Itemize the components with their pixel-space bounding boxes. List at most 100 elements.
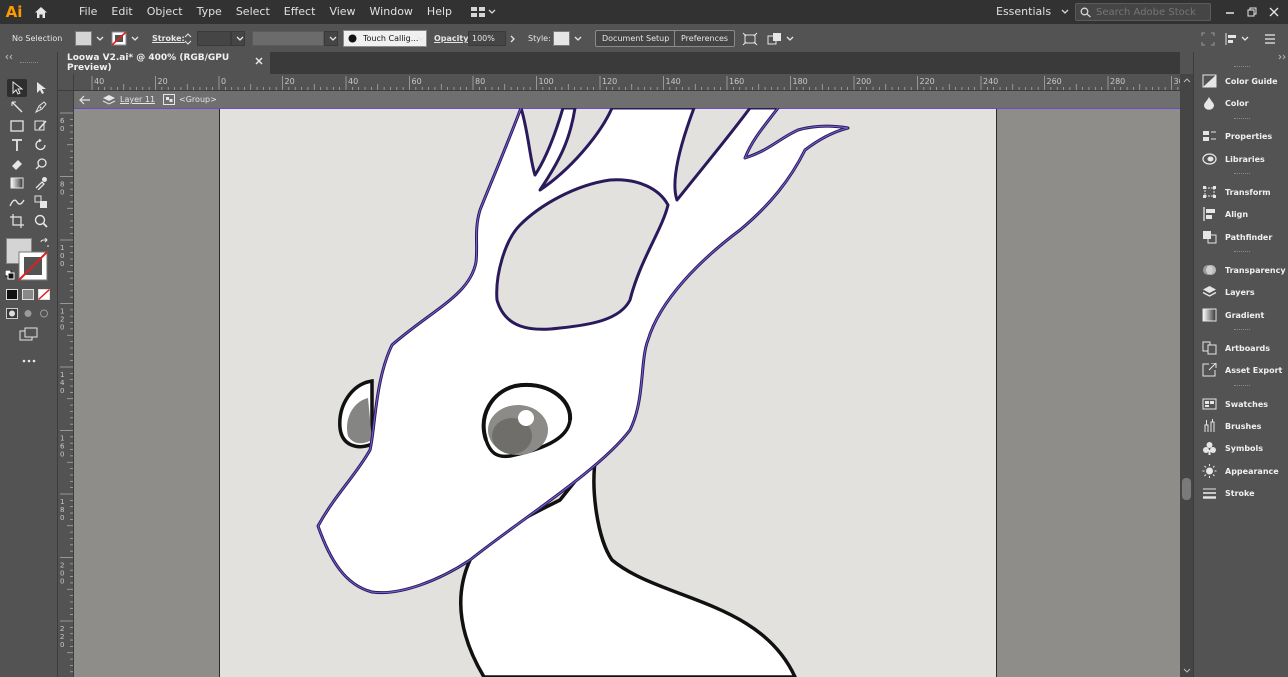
home-button[interactable] xyxy=(28,0,54,24)
close-tab-button[interactable] xyxy=(255,57,263,68)
vertical-scroll-thumb[interactable] xyxy=(1182,478,1191,500)
isolate-mode-button[interactable] xyxy=(1201,30,1215,47)
panel-stroke[interactable]: Stroke xyxy=(1194,483,1288,503)
vertical-ruler[interactable]: 6080100120140160180200220 xyxy=(58,91,74,677)
panel-asset-export[interactable]: Asset Export xyxy=(1194,360,1288,380)
stroke-weight-field[interactable] xyxy=(197,30,245,47)
menu-window[interactable]: Window xyxy=(363,0,420,24)
blend-tool[interactable] xyxy=(7,193,27,211)
menu-view[interactable]: View xyxy=(322,0,362,24)
screen-mode-icon[interactable] xyxy=(19,327,39,341)
panel-gradient[interactable]: Gradient xyxy=(1194,305,1288,325)
none-mode-button[interactable] xyxy=(37,288,51,301)
eyedropper-tool[interactable] xyxy=(31,174,51,192)
edit-toolbar-button[interactable] xyxy=(22,352,36,366)
minimize-button[interactable] xyxy=(1219,0,1241,24)
eraser-tool[interactable] xyxy=(7,155,27,173)
collapse-panel-icon[interactable] xyxy=(4,54,14,60)
swap-fill-stroke-icon[interactable] xyxy=(39,238,50,249)
scroll-up-icon[interactable] xyxy=(1183,77,1191,83)
menu-help[interactable]: Help xyxy=(420,0,459,24)
artboard-tool[interactable] xyxy=(7,212,27,230)
zoom-tool[interactable] xyxy=(31,212,51,230)
document-setup-button[interactable]: Document Setup xyxy=(595,30,677,47)
toolbar-grip[interactable] xyxy=(20,62,38,63)
close-window-button[interactable] xyxy=(1263,0,1285,24)
gradient-tool[interactable] xyxy=(7,174,27,192)
panel-group-grip[interactable] xyxy=(1234,251,1250,254)
search-stock-input[interactable] xyxy=(1096,6,1206,18)
stroke-weight-dropdown[interactable] xyxy=(231,31,245,46)
draw-inside-icon[interactable] xyxy=(38,308,50,319)
menu-object[interactable]: Object xyxy=(140,0,190,24)
panel-align[interactable]: Align xyxy=(1194,204,1288,224)
menu-file[interactable]: File xyxy=(72,0,104,24)
ruler-origin[interactable] xyxy=(58,74,74,91)
opacity-label[interactable]: Opacity: xyxy=(434,30,472,47)
artwork-layer[interactable] xyxy=(74,108,1180,677)
scale-tool[interactable] xyxy=(31,155,51,173)
opacity-field[interactable]: 100% xyxy=(468,30,520,47)
rectangle-tool[interactable] xyxy=(7,117,27,135)
canvas-pasteboard[interactable] xyxy=(74,108,1180,677)
panel-swatches[interactable]: Swatches xyxy=(1194,394,1288,414)
stroke-weight-input[interactable] xyxy=(197,31,231,46)
opacity-slider-button[interactable] xyxy=(506,35,520,43)
back-arrow-icon[interactable] xyxy=(78,94,92,106)
menu-select[interactable]: Select xyxy=(229,0,277,24)
stroke-color-box[interactable] xyxy=(18,251,48,281)
panel-symbols[interactable]: Symbols xyxy=(1194,438,1288,458)
panel-artboards[interactable]: Artboards xyxy=(1194,338,1288,358)
preferences-button[interactable]: Preferences xyxy=(674,30,736,47)
magic-wand-tool[interactable] xyxy=(7,98,27,116)
menu-effect[interactable]: Effect xyxy=(277,0,323,24)
panel-transparency[interactable]: Transparency xyxy=(1194,260,1288,280)
direct-selection-tool[interactable] xyxy=(31,79,51,97)
brush-definition-dropdown[interactable]: Touch Callig... xyxy=(343,30,427,47)
horizontal-ruler[interactable]: 40 20 0 20 40 60 80 100 120 140 160 180 200 220 240 260… xyxy=(74,74,1180,91)
panel-group-grip[interactable] xyxy=(1234,66,1250,69)
arrange-documents-button[interactable] xyxy=(471,7,496,17)
brush-dropdown-arrow[interactable] xyxy=(417,30,425,47)
panel-properties[interactable]: Properties xyxy=(1194,126,1288,146)
workspace-switcher[interactable]: Essentials xyxy=(996,0,1069,24)
panel-pathfinder[interactable]: Pathfinder xyxy=(1194,227,1288,247)
stroke-weight-stepper[interactable] xyxy=(183,30,193,47)
rotate-tool[interactable] xyxy=(31,136,51,154)
graphic-style-picker[interactable] xyxy=(553,30,582,47)
type-tool[interactable] xyxy=(7,136,27,154)
fill-color-picker[interactable] xyxy=(75,30,104,47)
panel-color[interactable]: Color xyxy=(1194,93,1288,113)
expand-panels-icon[interactable] xyxy=(1277,54,1287,60)
document-tab[interactable]: Loowa V2.ai* @ 400% (RGB/GPU Preview) xyxy=(58,52,270,74)
search-stock-field[interactable] xyxy=(1075,3,1211,21)
panel-transform[interactable]: Transform xyxy=(1194,182,1288,202)
panel-layers[interactable]: Layers xyxy=(1194,282,1288,302)
panel-group-grip[interactable] xyxy=(1234,118,1250,121)
paintbrush-tool[interactable] xyxy=(31,117,51,135)
panel-options-button[interactable] xyxy=(1224,30,1249,47)
panel-group-grip[interactable] xyxy=(1234,329,1250,332)
isolation-layer-name[interactable]: Layer 11 xyxy=(120,95,155,104)
menu-type[interactable]: Type xyxy=(190,0,229,24)
gradient-mode-button[interactable] xyxy=(22,289,34,300)
draw-behind-icon[interactable] xyxy=(22,308,34,319)
stroke-label[interactable]: Stroke: xyxy=(152,30,185,47)
restore-button[interactable] xyxy=(1241,0,1263,24)
color-mode-button[interactable] xyxy=(6,289,18,300)
panel-menu-button[interactable] xyxy=(1264,30,1276,47)
pen-tool[interactable] xyxy=(31,98,51,116)
variable-width-profile[interactable] xyxy=(252,30,338,47)
panel-appearance[interactable]: Appearance xyxy=(1194,461,1288,481)
scroll-down-icon[interactable] xyxy=(1183,668,1191,674)
live-paint-bucket-tool[interactable] xyxy=(31,193,51,211)
panel-brushes[interactable]: Brushes xyxy=(1194,416,1288,436)
default-fill-stroke-icon[interactable] xyxy=(5,270,15,280)
arrange-objects-button[interactable] xyxy=(767,30,794,47)
menu-edit[interactable]: Edit xyxy=(104,0,139,24)
panel-group-grip[interactable] xyxy=(1234,385,1250,388)
vertical-scrollbar[interactable] xyxy=(1180,74,1193,677)
stroke-color-picker[interactable] xyxy=(111,30,139,47)
panel-color-guide[interactable]: Color Guide xyxy=(1194,71,1288,91)
width-profile-dropdown[interactable] xyxy=(324,31,338,46)
